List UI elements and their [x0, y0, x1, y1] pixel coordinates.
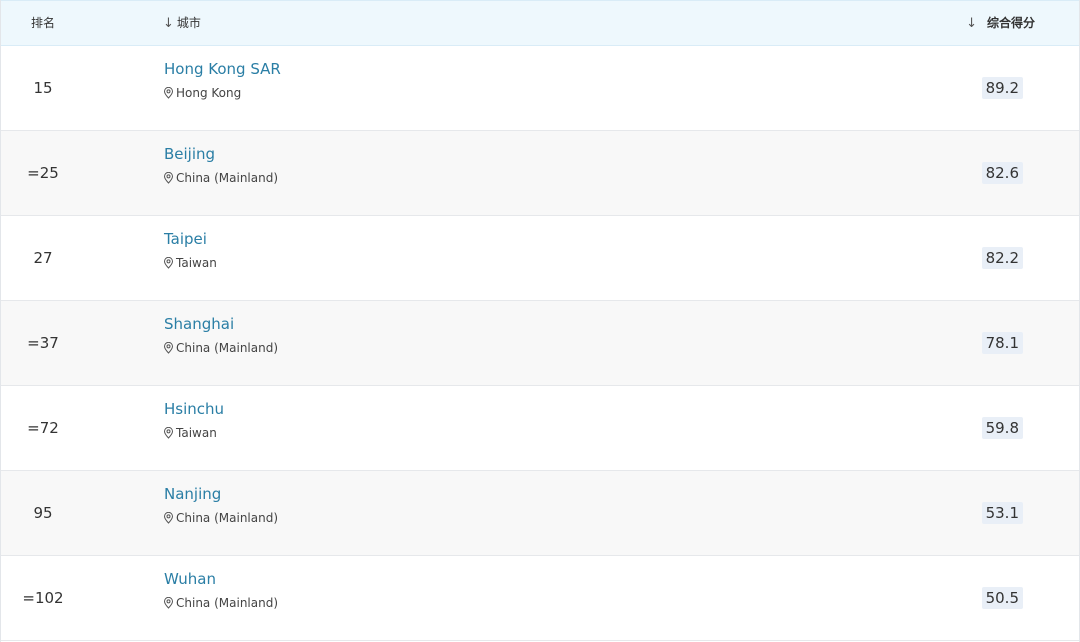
sort-arrow-down-icon: ↓	[966, 16, 977, 31]
city-location: China (Mainland)	[163, 171, 278, 185]
column-header-rank[interactable]: 排名	[31, 1, 55, 45]
rank-value: =25	[27, 164, 59, 182]
table-row: =25 Beijing China (Mainland) 82.6	[1, 131, 1079, 216]
score-badge: 59.8	[981, 417, 1023, 439]
city-link[interactable]: Beijing	[164, 145, 215, 163]
city-location: China (Mainland)	[163, 341, 278, 355]
table-row: 95 Nanjing China (Mainland) 53.1	[1, 471, 1079, 556]
table-row: =72 Hsinchu Taiwan 59.8	[1, 386, 1079, 471]
city-location: Taiwan	[163, 256, 217, 270]
city-location-label: Hong Kong	[176, 86, 242, 100]
column-header-city-label: 城市	[176, 16, 201, 30]
table-body: 15 Hong Kong SAR Hong Kong 89.2 =25 Beij…	[1, 46, 1079, 641]
score-badge: 89.2	[981, 77, 1023, 99]
city-link[interactable]: Hsinchu	[164, 400, 224, 418]
map-pin-icon	[163, 427, 174, 439]
table-row: 27 Taipei Taiwan 82.2	[1, 216, 1079, 301]
city-link[interactable]: Taipei	[164, 230, 207, 248]
table-row: 15 Hong Kong SAR Hong Kong 89.2	[1, 46, 1079, 131]
city-location: China (Mainland)	[163, 511, 278, 525]
column-header-score[interactable]: ↓ 综合得分	[966, 1, 1035, 45]
table-header: 排名 ↓ 城市 ↓ 综合得分	[1, 0, 1079, 46]
score-badge: 53.1	[981, 502, 1023, 524]
city-location-label: Taiwan	[176, 426, 217, 440]
map-pin-icon	[163, 342, 174, 354]
rank-value: 27	[33, 249, 53, 267]
map-pin-icon	[163, 87, 174, 99]
city-location: China (Mainland)	[163, 596, 278, 610]
city-location: Taiwan	[163, 426, 217, 440]
table-row: =102 Wuhan China (Mainland) 50.5	[1, 556, 1079, 641]
column-header-score-label: 综合得分	[986, 16, 1035, 30]
rank-value: =102	[22, 589, 64, 607]
score-badge: 82.6	[981, 162, 1023, 184]
rank-value: =37	[27, 334, 59, 352]
city-location-label: China (Mainland)	[176, 596, 279, 610]
city-location-label: China (Mainland)	[176, 511, 279, 525]
column-header-city[interactable]: ↓ 城市	[163, 1, 201, 45]
sort-arrow-down-icon: ↓	[163, 16, 174, 31]
rank-value: 15	[33, 79, 53, 97]
city-link[interactable]: Nanjing	[164, 485, 221, 503]
column-header-rank-label: 排名	[31, 16, 56, 30]
city-location-label: China (Mainland)	[176, 171, 279, 185]
map-pin-icon	[163, 512, 174, 524]
map-pin-icon	[163, 257, 174, 269]
map-pin-icon	[163, 172, 174, 184]
city-link[interactable]: Shanghai	[164, 315, 234, 333]
table-row: =37 Shanghai China (Mainland) 78.1	[1, 301, 1079, 386]
map-pin-icon	[163, 597, 174, 609]
rank-value: 95	[33, 504, 53, 522]
rankings-table: 排名 ↓ 城市 ↓ 综合得分 15 Hong Kong SAR Hong Kong …	[0, 0, 1080, 642]
city-link[interactable]: Hong Kong SAR	[164, 60, 281, 78]
score-badge: 50.5	[981, 587, 1023, 609]
city-location-label: China (Mainland)	[176, 341, 279, 355]
city-link[interactable]: Wuhan	[164, 570, 216, 588]
score-badge: 82.2	[981, 247, 1023, 269]
score-badge: 78.1	[981, 332, 1023, 354]
city-location: Hong Kong	[163, 86, 241, 100]
rank-value: =72	[27, 419, 59, 437]
city-location-label: Taiwan	[176, 256, 217, 270]
